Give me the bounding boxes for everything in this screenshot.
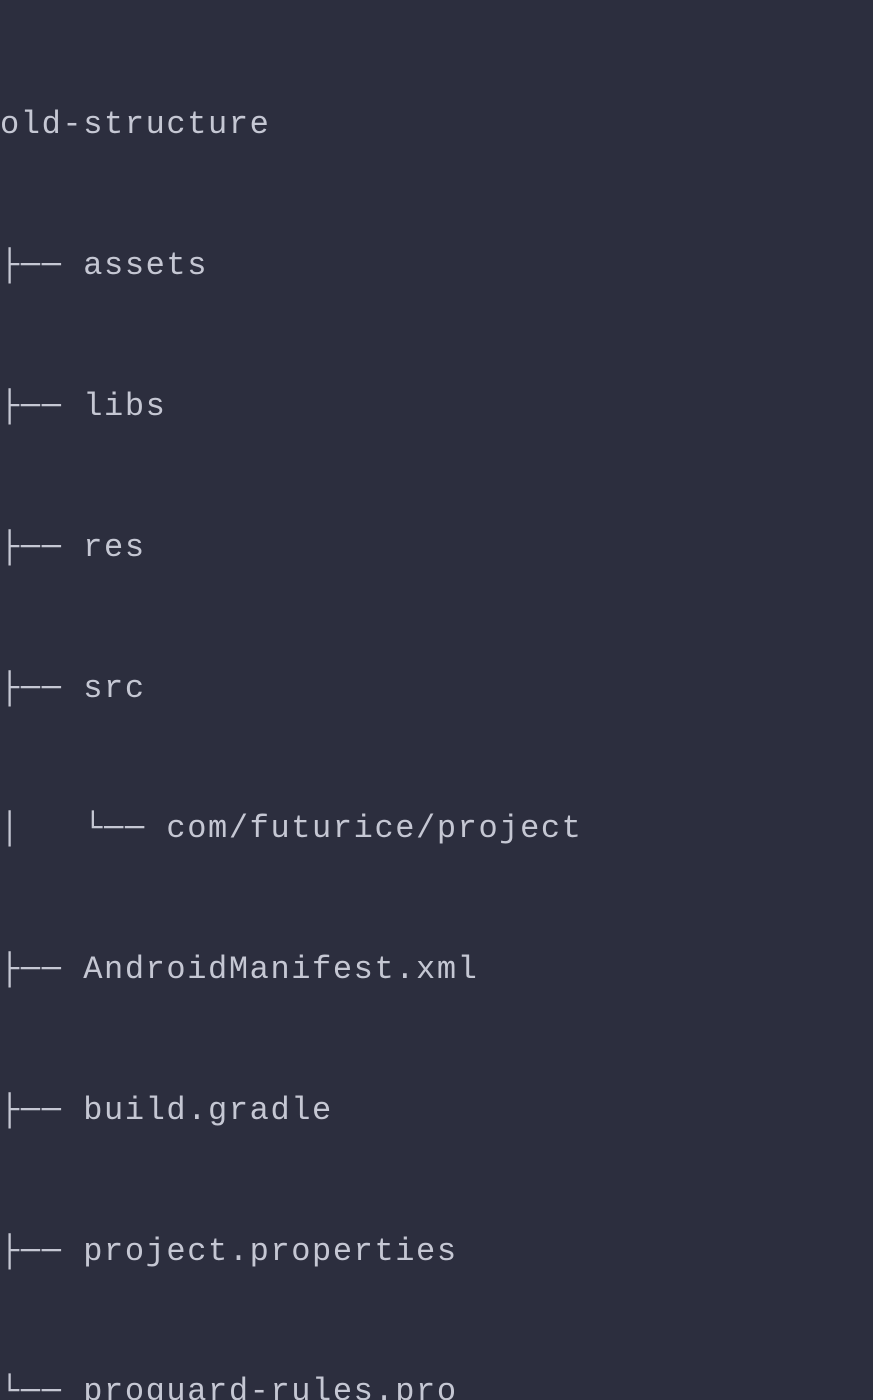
tree-item-package: │ └── com/futurice/project: [0, 794, 873, 864]
directory-tree: old-structure ├── assets ├── libs ├── re…: [0, 20, 873, 1400]
tree-item-proguard: └── proguard-rules.pro: [0, 1357, 873, 1400]
tree-item-libs: ├── libs: [0, 372, 873, 442]
tree-item-res: ├── res: [0, 513, 873, 583]
tree-item-build-gradle: ├── build.gradle: [0, 1076, 873, 1146]
tree-item-src: ├── src: [0, 654, 873, 724]
tree-item-project-properties: ├── project.properties: [0, 1217, 873, 1287]
tree-root: old-structure: [0, 90, 873, 160]
tree-item-assets: ├── assets: [0, 231, 873, 301]
tree-item-manifest: ├── AndroidManifest.xml: [0, 935, 873, 1005]
